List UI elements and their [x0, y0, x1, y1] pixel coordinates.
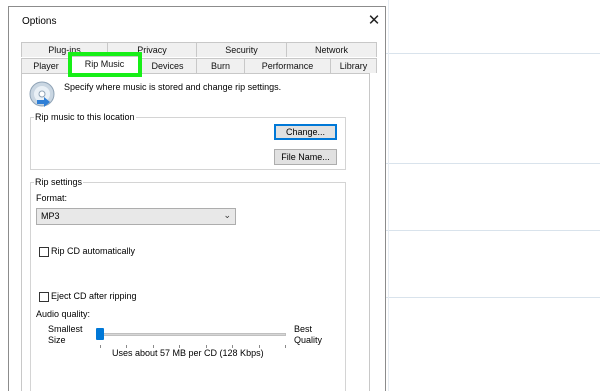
audio-quality-label: Audio quality:: [36, 309, 91, 319]
tab-privacy[interactable]: Privacy: [108, 42, 197, 57]
audio-quality-slider[interactable]: [100, 333, 286, 336]
quality-label: Quality: [294, 335, 323, 345]
format-select[interactable]: MP3 ⌄: [36, 208, 236, 225]
tab-network[interactable]: Network: [287, 42, 377, 57]
slider-tick: [100, 345, 101, 348]
rip-description: Specify where music is stored and change…: [64, 82, 282, 92]
eject-after-checkbox[interactable]: [39, 292, 49, 302]
close-icon[interactable]: ✕: [364, 11, 384, 31]
tab-devices[interactable]: Devices: [139, 58, 197, 73]
tab-burn[interactable]: Burn: [197, 58, 245, 73]
format-label: Format:: [36, 193, 68, 203]
tab-player[interactable]: Player: [21, 58, 71, 73]
size-label: Size: [48, 335, 66, 345]
change-button[interactable]: Change...: [274, 124, 337, 140]
slider-thumb[interactable]: [96, 328, 104, 340]
tab-performance[interactable]: Performance: [245, 58, 331, 73]
tab-rip-music[interactable]: Rip Music: [71, 56, 139, 74]
rip-cd-auto-label: Rip CD automatically: [51, 246, 136, 256]
eject-after-label: Eject CD after ripping: [51, 291, 137, 301]
dialog-title: Options: [22, 16, 57, 27]
file-name-button[interactable]: File Name...: [274, 149, 337, 165]
format-value: MP3: [41, 211, 60, 221]
slider-tick: [285, 345, 286, 348]
smallest-label: Smallest: [48, 324, 83, 334]
chevron-down-icon: ⌄: [223, 210, 231, 220]
background-gridline: [386, 297, 600, 298]
tab-security[interactable]: Security: [197, 42, 287, 57]
rip-settings-label: Rip settings: [34, 177, 84, 187]
tab-library[interactable]: Library: [331, 58, 377, 73]
tab-plugins[interactable]: Plug-ins: [21, 42, 108, 57]
background-gridline: [386, 163, 600, 164]
usage-text: Uses about 57 MB per CD (128 Kbps): [112, 348, 264, 358]
background-gridline: [386, 53, 600, 54]
background-gridline: [386, 230, 600, 231]
best-label: Best: [294, 324, 313, 334]
rip-cd-auto-checkbox[interactable]: [39, 247, 49, 257]
background-divider: [388, 0, 389, 391]
cd-rip-icon: [29, 81, 55, 107]
location-group-label: Rip music to this location: [34, 112, 136, 122]
